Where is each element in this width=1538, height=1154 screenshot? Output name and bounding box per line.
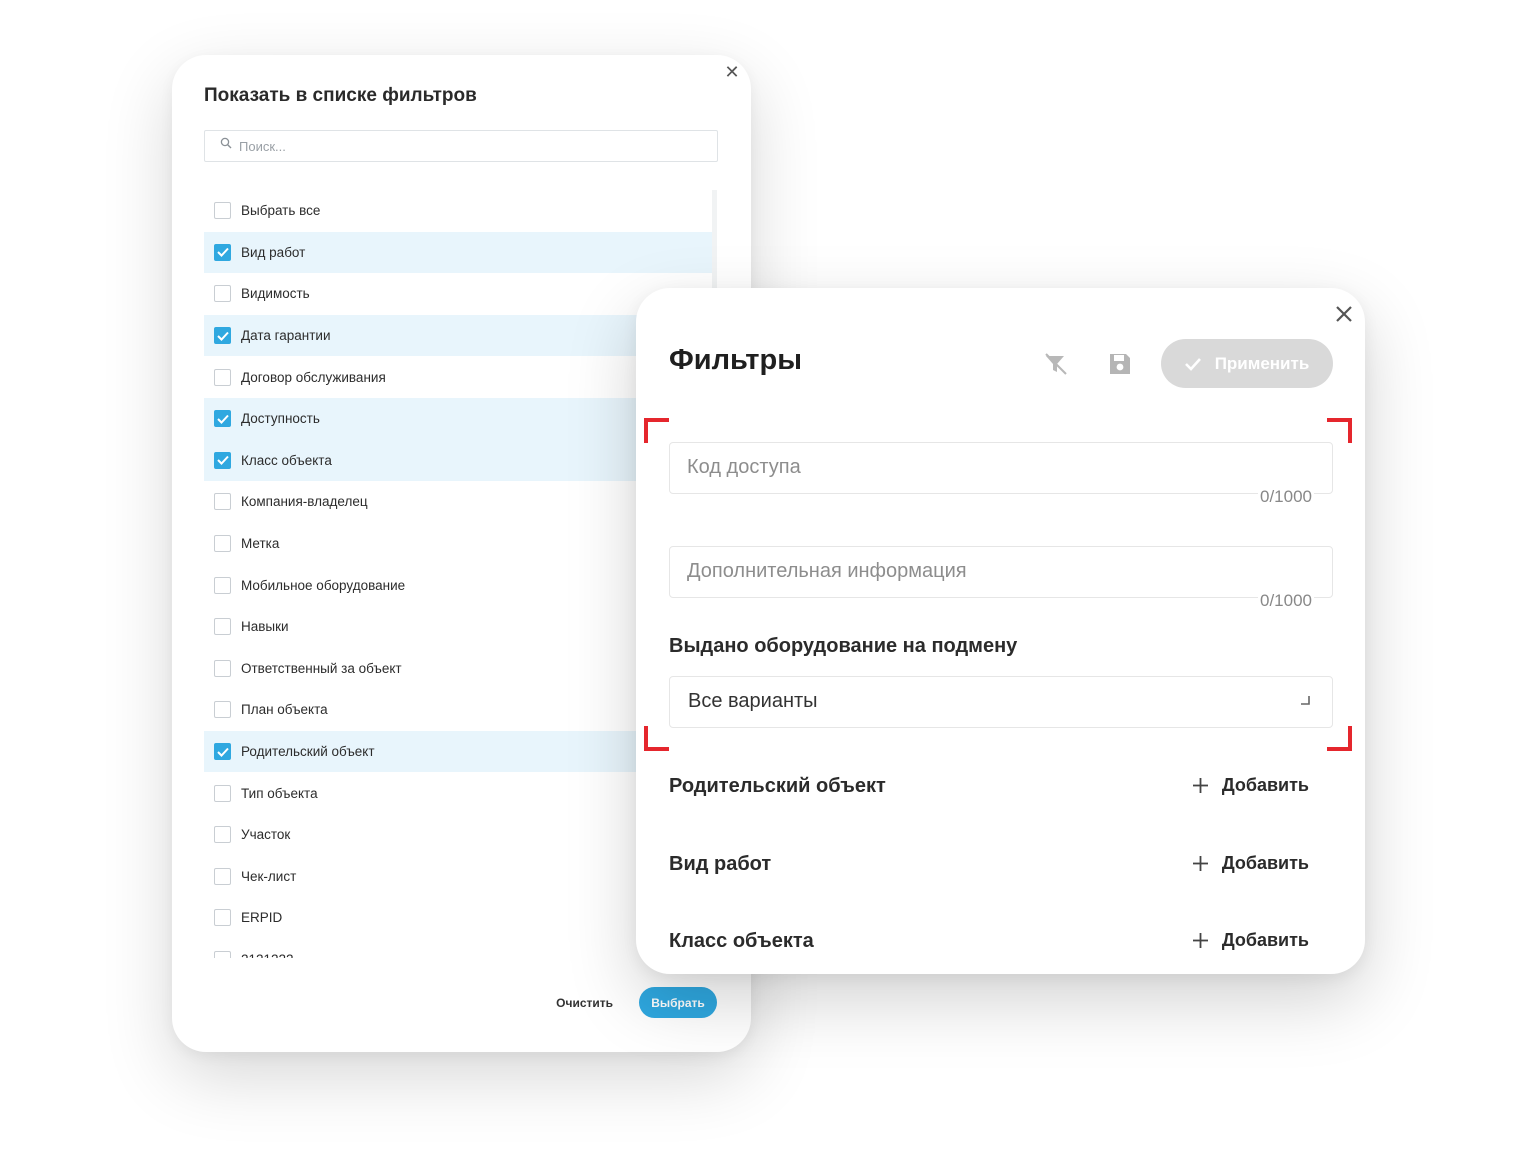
filter-list-item-label: Видимость	[241, 286, 310, 302]
add-button[interactable]: Добавить	[1192, 930, 1309, 951]
filter-list-item-label: Навыки	[241, 619, 289, 635]
filter-row-label: Класс объекта	[669, 930, 814, 952]
clear-filter-icon[interactable]	[1043, 351, 1069, 377]
filter-list-item-label: Мобильное оборудование	[241, 577, 406, 593]
filters-title: Фильтры	[669, 344, 802, 376]
add-label: Добавить	[1221, 775, 1309, 795]
highlight-corner	[1327, 726, 1352, 751]
checkbox[interactable]	[214, 743, 231, 761]
close-icon[interactable]	[1331, 301, 1357, 327]
add-button[interactable]: Добавить	[1192, 775, 1309, 796]
filter-list-item-label: Договор обслуживания	[241, 369, 386, 385]
filter-row-object-class: Класс объекта Добавить	[669, 928, 1309, 958]
filter-row-work-type: Вид работ Добавить	[669, 851, 1309, 881]
replacement-label: Выдано оборудование на подмену	[669, 635, 1018, 657]
filter-list-item-label: Выбрать все	[241, 203, 321, 219]
checkmark-icon	[216, 456, 229, 466]
apply-label: Применить	[1214, 353, 1310, 373]
checkbox[interactable]	[214, 493, 231, 511]
replacement-select[interactable]: Все варианты	[669, 676, 1333, 728]
checkbox[interactable]	[214, 368, 231, 386]
checkmark-icon	[216, 747, 229, 757]
checkbox[interactable]	[214, 701, 231, 719]
filter-list-item-label: Дата гарантии	[241, 328, 331, 344]
search-placeholder: Поиск...	[239, 139, 286, 154]
check-icon	[1184, 357, 1201, 371]
filter-list-item-label: Вид работ	[241, 244, 306, 260]
filters-dialog: Фильтры Применить Код доступа 0/1000 Доп…	[636, 288, 1365, 974]
highlight-corner	[1327, 418, 1352, 443]
checkmark-icon	[216, 248, 229, 258]
select-value: Все варианты	[688, 690, 818, 712]
filter-list-item-label: 2121222	[241, 952, 294, 958]
add-label: Добавить	[1221, 930, 1309, 950]
filter-row-parent-object: Родительский объект Добавить	[669, 773, 1309, 803]
filter-list-item-label: Участок	[241, 827, 291, 843]
filter-list-item-label: ERPID	[241, 910, 283, 926]
additional-info-field[interactable]: Дополнительная информация 0/1000	[669, 546, 1333, 611]
filter-list-item-label: Чек-лист	[241, 868, 297, 884]
checkmark-icon	[216, 331, 229, 341]
dialog-title: Показать в списке фильтров	[204, 85, 477, 106]
filter-row-label: Вид работ	[669, 853, 772, 875]
save-icon[interactable]	[1107, 351, 1133, 377]
filter-list-item-label: Доступность	[241, 411, 320, 427]
filter-list-item-label: Класс объекта	[241, 452, 332, 468]
add-label: Добавить	[1221, 853, 1309, 873]
checkbox[interactable]	[214, 202, 231, 220]
apply-button[interactable]: Применить	[1161, 339, 1333, 388]
checkbox[interactable]	[214, 535, 231, 553]
char-counter: 0/1000	[1258, 487, 1314, 507]
checkbox[interactable]	[214, 909, 231, 927]
filter-list-item[interactable]: Вид работ	[204, 231, 714, 274]
checkbox[interactable]	[214, 576, 231, 594]
checkbox[interactable]	[214, 950, 231, 958]
dropdown-corner-icon	[1301, 696, 1310, 705]
filter-row-label: Родительский объект	[669, 775, 886, 797]
filter-list-item-label: Ответственный за объект	[241, 660, 402, 676]
close-icon[interactable]: ✕	[721, 61, 743, 83]
filter-list-item-label: Родительский объект	[241, 744, 375, 760]
field-placeholder: Дополнительная информация	[687, 560, 967, 582]
select-button[interactable]: Выбрать	[639, 987, 717, 1018]
checkbox[interactable]	[214, 784, 231, 802]
add-button[interactable]: Добавить	[1192, 853, 1309, 874]
field-placeholder: Код доступа	[687, 456, 801, 478]
checkbox[interactable]	[214, 826, 231, 844]
checkbox[interactable]	[214, 618, 231, 636]
checkmark-icon	[216, 414, 229, 424]
access-code-field[interactable]: Код доступа 0/1000	[669, 442, 1333, 507]
char-counter: 0/1000	[1258, 591, 1314, 611]
clear-button[interactable]: Очистить	[556, 996, 613, 1010]
filter-list-item[interactable]: Выбрать все	[204, 190, 714, 232]
filter-list-item-label: План объекта	[241, 702, 328, 718]
checkbox[interactable]	[214, 243, 231, 261]
filter-list-item-label: Тип объекта	[241, 785, 318, 801]
dialog-footer: Очистить Выбрать	[556, 987, 717, 1018]
checkbox[interactable]	[214, 451, 231, 469]
filter-list-item-label: Компания-владелец	[241, 494, 368, 510]
highlight-corner	[644, 418, 669, 443]
checkbox[interactable]	[214, 285, 231, 303]
search-icon	[220, 137, 232, 149]
plus-icon	[1192, 856, 1208, 871]
plus-icon	[1192, 933, 1208, 948]
search-input[interactable]: Поиск...	[204, 130, 718, 162]
checkbox[interactable]	[214, 659, 231, 677]
checkbox[interactable]	[214, 327, 231, 345]
checkbox[interactable]	[214, 410, 231, 428]
checkbox[interactable]	[214, 867, 231, 885]
highlight-corner	[644, 726, 669, 751]
filter-list-item-label: Метка	[241, 536, 280, 552]
plus-icon	[1192, 778, 1208, 793]
